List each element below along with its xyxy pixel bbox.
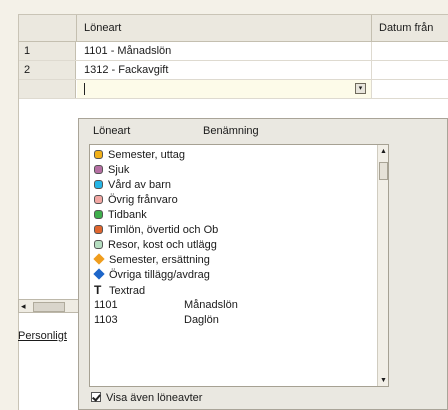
row-number: 1: [19, 42, 76, 60]
sjuk-icon: [94, 165, 103, 174]
list-item-label: Semester, uttag: [108, 149, 186, 161]
left-pane: [18, 118, 79, 410]
timlon-icon: [94, 225, 103, 234]
list-item-code: 1101: [94, 299, 118, 311]
scroll-left-icon[interactable]: ◂: [21, 301, 26, 312]
vertical-scrollbar[interactable]: ▲ ▼: [377, 145, 388, 386]
ovrig-franvaro-icon: [94, 195, 103, 204]
table-row[interactable]: 1 1101 - Månadslön: [19, 42, 448, 61]
cell-loneart[interactable]: 1312 - Fackavgift: [77, 61, 372, 79]
list-item-label: Resor, kost och utlägg: [108, 239, 217, 251]
list-item-name: Daglön: [184, 314, 219, 326]
dropdown-header-benamning: Benämning: [203, 125, 259, 137]
list-item[interactable]: Semester, ersättning: [93, 253, 210, 268]
vard-av-barn-icon: [94, 180, 103, 189]
loneart-edit-input[interactable]: ▾: [77, 80, 372, 98]
table-row-edit[interactable]: ▾: [19, 80, 448, 99]
resor-icon: [94, 240, 103, 249]
list-item-code: 1103: [94, 314, 118, 326]
scroll-thumb[interactable]: [379, 162, 388, 180]
list-item[interactable]: Övrig frånvaro: [94, 193, 178, 208]
list-item-label: Vård av barn: [108, 179, 171, 191]
personligt-label[interactable]: Personligt: [18, 330, 67, 342]
list-item-label: Textrad: [109, 285, 146, 297]
app-window: Löneart Datum från 1 1101 - Månadslön 2 …: [0, 0, 448, 410]
scroll-down-icon[interactable]: ▼: [380, 377, 387, 384]
grid-header: Löneart Datum från: [19, 15, 448, 42]
row-number: 2: [19, 61, 76, 79]
tidbank-icon: [94, 210, 103, 219]
dropdown-list[interactable]: Semester, uttag Sjuk Vård av barn Övrig …: [89, 144, 389, 387]
dropdown-header: Löneart Benämning: [89, 125, 369, 141]
wage-grid: Löneart Datum från 1 1101 - Månadslön 2 …: [18, 14, 448, 119]
text-cursor: [84, 83, 85, 96]
list-item[interactable]: Sjuk: [94, 163, 129, 178]
list-item[interactable]: Vård av barn: [94, 178, 171, 193]
cell-loneart[interactable]: 1101 - Månadslön: [77, 42, 372, 60]
table-row[interactable]: 2 1312 - Fackavgift: [19, 61, 448, 80]
list-item[interactable]: T Textrad: [94, 283, 145, 298]
column-header-loneart[interactable]: Löneart: [77, 15, 372, 41]
diamond-icon: [93, 253, 105, 265]
list-item[interactable]: 1101 Månadslön: [94, 298, 238, 313]
scroll-thumb[interactable]: [33, 302, 65, 312]
checkbox-checked-icon[interactable]: [91, 392, 101, 402]
dropdown-header-loneart: Löneart: [93, 125, 131, 137]
list-item-name: Månadslön: [184, 299, 238, 311]
list-item-label: Övriga tillägg/avdrag: [109, 269, 210, 281]
text-row-icon: T: [94, 283, 102, 297]
scroll-up-icon[interactable]: ▲: [380, 148, 387, 155]
checkbox-label: Visa även löneavter: [106, 392, 203, 404]
list-item[interactable]: Timlön, övertid och Ob: [94, 223, 218, 238]
list-item-label: Tidbank: [108, 209, 147, 221]
list-item-label: Semester, ersättning: [109, 254, 210, 266]
dropdown-button[interactable]: ▾: [355, 83, 366, 94]
show-also-checkbox[interactable]: Visa även löneavter: [91, 391, 202, 405]
list-item[interactable]: Semester, uttag: [94, 148, 185, 163]
list-item[interactable]: Tidbank: [94, 208, 147, 223]
list-item[interactable]: 1103 Daglön: [94, 313, 219, 328]
list-item[interactable]: Resor, kost och utlägg: [94, 238, 217, 253]
diamond-icon: [93, 268, 105, 280]
list-item[interactable]: Övriga tillägg/avdrag: [93, 268, 210, 283]
row-number: [19, 80, 76, 98]
list-item-label: Sjuk: [108, 164, 130, 176]
list-item-label: Timlön, övertid och Ob: [108, 224, 219, 236]
row-number-header: [19, 15, 77, 41]
horizontal-scrollbar[interactable]: ◂: [18, 299, 80, 313]
loneart-dropdown: Löneart Benämning Semester, uttag Sjuk V…: [78, 118, 448, 410]
list-item-label: Övrig frånvaro: [108, 194, 178, 206]
column-header-datum-fran[interactable]: Datum från: [373, 15, 448, 41]
semester-uttag-icon: [94, 150, 103, 159]
